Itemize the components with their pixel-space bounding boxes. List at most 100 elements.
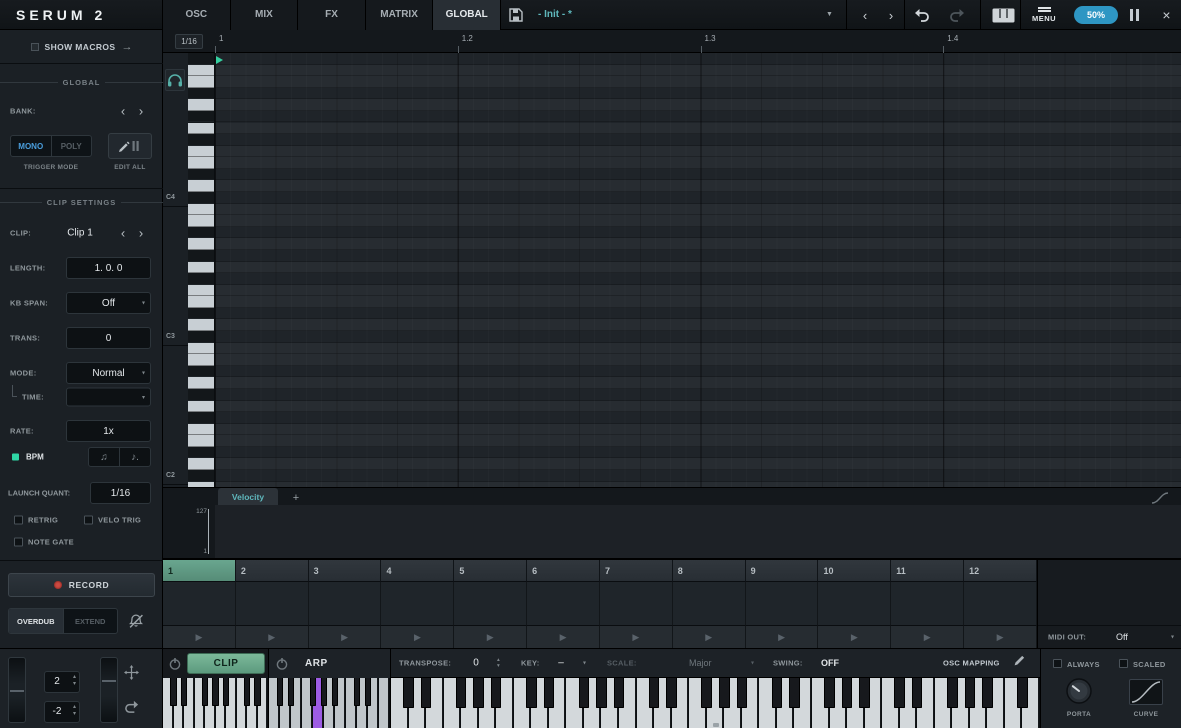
piano-key-black[interactable] bbox=[455, 678, 467, 708]
pitch-wheel[interactable] bbox=[8, 657, 26, 723]
launch-quant-field[interactable]: 1/16 bbox=[90, 482, 151, 504]
piano-key-black[interactable] bbox=[201, 678, 209, 707]
bank-next-button[interactable]: › bbox=[134, 104, 148, 119]
porta-curve-widget[interactable] bbox=[1129, 679, 1163, 705]
clip-slot-header[interactable]: 10 bbox=[818, 560, 892, 582]
piano-key-black[interactable] bbox=[841, 678, 853, 708]
key-white[interactable] bbox=[188, 215, 214, 227]
key-white[interactable] bbox=[188, 377, 214, 389]
piano-key-black[interactable] bbox=[578, 678, 590, 708]
preset-next-button[interactable]: › bbox=[878, 0, 904, 30]
clip-slot-body[interactable] bbox=[818, 582, 892, 625]
overdub-option[interactable]: OVERDUB bbox=[9, 609, 64, 633]
step-up-icon[interactable]: ▴ bbox=[73, 704, 76, 711]
piano-key-black[interactable] bbox=[254, 678, 261, 707]
show-macros-button[interactable]: SHOW MACROS → bbox=[0, 30, 163, 64]
scaled-checkbox[interactable] bbox=[1119, 659, 1128, 668]
record-button[interactable]: RECORD bbox=[8, 573, 155, 597]
key-black[interactable] bbox=[188, 168, 214, 181]
clip-prev-button[interactable]: ‹ bbox=[116, 226, 130, 241]
piano-key-black[interactable] bbox=[894, 678, 905, 708]
clip-slot-header[interactable]: 7 bbox=[599, 560, 673, 582]
retrig-checkbox[interactable] bbox=[14, 515, 23, 525]
key-white[interactable] bbox=[188, 261, 214, 274]
piano-key-black[interactable] bbox=[911, 678, 923, 708]
piano-key-black[interactable] bbox=[824, 678, 835, 708]
key-white[interactable] bbox=[188, 458, 214, 471]
always-checkbox[interactable] bbox=[1053, 659, 1062, 668]
octave-stepper[interactable]: 2 ▴ ▾ bbox=[44, 671, 80, 693]
key-white[interactable] bbox=[188, 99, 214, 111]
clip-slot-header[interactable]: 3 bbox=[308, 560, 382, 582]
clip-slot-header[interactable]: 4 bbox=[381, 560, 455, 582]
key-white[interactable] bbox=[188, 180, 214, 192]
pause-bars-icon[interactable] bbox=[1130, 9, 1141, 21]
piano-roll-keys[interactable] bbox=[188, 53, 215, 487]
clip-mode-button[interactable]: CLIP bbox=[187, 653, 265, 674]
arp-mode-button[interactable]: ARP bbox=[305, 653, 328, 674]
trans-field[interactable]: 0 bbox=[66, 327, 151, 349]
dotted-note-button[interactable]: ♪. bbox=[120, 448, 150, 466]
close-button[interactable]: × bbox=[1152, 0, 1181, 30]
piano-key-black[interactable] bbox=[320, 678, 328, 707]
key-black[interactable] bbox=[188, 331, 214, 343]
loop-button[interactable] bbox=[124, 699, 140, 719]
preset-name[interactable]: - Init - * bbox=[538, 0, 572, 30]
clip-slot-header[interactable]: 8 bbox=[672, 560, 746, 582]
piano-key-white[interactable] bbox=[379, 678, 389, 728]
tab-global[interactable]: GLOBAL bbox=[433, 0, 501, 30]
piano-key-black[interactable] bbox=[613, 678, 625, 708]
transpose-stepper[interactable]: ▴ ▾ bbox=[497, 657, 500, 669]
time-dropdown[interactable]: ▾ bbox=[66, 387, 151, 407]
trigger-mode-toggle[interactable]: MONO POLY bbox=[10, 135, 92, 157]
piano-key-black[interactable] bbox=[771, 678, 783, 708]
clip-slot-header[interactable]: 11 bbox=[891, 560, 965, 582]
mode-dropdown[interactable]: Normal ▾ bbox=[66, 362, 151, 384]
clip-slot-play-button[interactable]: ▶ bbox=[235, 625, 309, 648]
clip-slot-body[interactable] bbox=[308, 582, 382, 625]
piano-key-black[interactable] bbox=[982, 678, 993, 708]
key-black[interactable] bbox=[188, 53, 214, 65]
piano-key-black[interactable] bbox=[666, 678, 677, 708]
key-white[interactable] bbox=[188, 145, 214, 158]
clip-slot-body[interactable] bbox=[891, 582, 965, 625]
key-black[interactable] bbox=[188, 446, 214, 459]
tab-matrix[interactable]: MATRIX bbox=[365, 0, 434, 30]
key-white[interactable] bbox=[188, 284, 214, 297]
metronome-off-button[interactable] bbox=[128, 613, 144, 629]
clip-next-button[interactable]: › bbox=[134, 226, 148, 241]
clip-slot-play-button[interactable]: ▶ bbox=[818, 625, 892, 648]
piano-roll-grid[interactable] bbox=[215, 53, 1181, 487]
key-black[interactable] bbox=[188, 110, 214, 123]
key-white[interactable] bbox=[188, 435, 214, 447]
piano-key-black[interactable] bbox=[331, 678, 339, 707]
arp-mini-keyboard[interactable] bbox=[269, 678, 390, 728]
key-black[interactable] bbox=[188, 388, 214, 401]
key-white[interactable] bbox=[188, 296, 214, 308]
osc-mapping-edit-button[interactable] bbox=[1013, 654, 1026, 672]
piano-key-black[interactable] bbox=[170, 678, 177, 707]
clip-slot-header[interactable]: 6 bbox=[527, 560, 600, 582]
clip-slot-play-button[interactable]: ▶ bbox=[163, 625, 236, 648]
key-black[interactable] bbox=[188, 412, 214, 424]
key-white[interactable] bbox=[188, 319, 214, 331]
extend-option[interactable]: EXTEND bbox=[64, 609, 118, 633]
preview-listen-button[interactable] bbox=[165, 69, 185, 91]
key-black[interactable] bbox=[188, 365, 214, 378]
step-down-icon[interactable]: ▾ bbox=[73, 681, 76, 688]
clip-name-value[interactable]: Clip 1 bbox=[48, 228, 112, 239]
clip-slot-body[interactable] bbox=[599, 582, 673, 625]
record-mode-toggle[interactable]: OVERDUB EXTEND bbox=[8, 608, 118, 634]
midi-out-dropdown[interactable]: Off bbox=[1116, 632, 1128, 642]
keyboard-toggle-button[interactable] bbox=[986, 0, 1020, 30]
bank-prev-button[interactable]: ‹ bbox=[116, 104, 130, 119]
key-black[interactable] bbox=[188, 307, 214, 320]
piano-key-black[interactable] bbox=[353, 678, 361, 707]
piano-key-black[interactable] bbox=[473, 678, 484, 708]
save-preset-button[interactable] bbox=[508, 7, 526, 23]
menu-button[interactable]: MENU bbox=[1024, 0, 1064, 30]
piano-key-black[interactable] bbox=[736, 678, 748, 708]
arp-power-button[interactable] bbox=[275, 657, 289, 676]
cpu-meter-badge[interactable]: 50% bbox=[1074, 6, 1118, 24]
swing-value[interactable]: OFF bbox=[821, 658, 839, 668]
